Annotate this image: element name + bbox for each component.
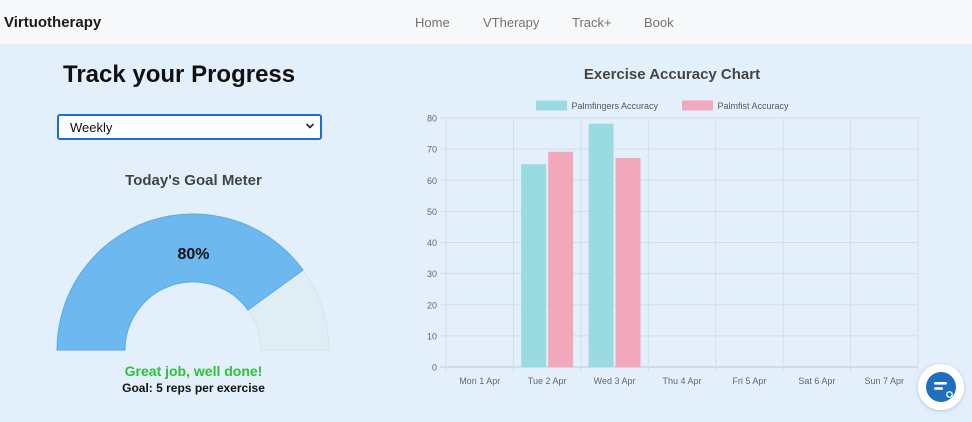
x-tick-label: Tue 2 Apr [528,376,567,386]
y-tick-label: 80 [427,114,437,124]
y-tick-label: 0 [432,363,437,373]
x-tick-label: Fri 5 Apr [732,376,766,386]
legend-label: Palmfist Accuracy [718,101,790,111]
legend-swatch [536,100,567,111]
x-tick-label: Sat 6 Apr [798,376,835,386]
bar-palmfingers-accuracy [521,164,547,368]
x-tick-label: Mon 1 Apr [459,376,500,386]
x-tick-label: Sun 7 Apr [865,376,905,386]
chat-icon [926,372,956,402]
bar-palmfingers-accuracy [588,123,614,368]
accuracy-chart: 0 10 20 30 40 50 60 70 80 Mon 1 Apr Tue 2 Apr Wed 3… [427,100,919,386]
y-tick-label: 30 [427,269,437,279]
y-tick-label: 60 [427,176,437,186]
y-tick-label: 20 [427,300,437,310]
y-tick-label: 50 [427,207,437,217]
bar-palmfist-accuracy [615,157,641,368]
bar-palmfist-accuracy [548,151,574,368]
legend-label: Palmfingers Accuracy [572,101,659,111]
x-tick-label: Thu 4 Apr [662,376,701,386]
legend-swatch [682,100,713,111]
chat-button[interactable] [918,364,964,410]
y-tick-label: 70 [427,145,437,155]
y-tick-label: 10 [427,331,437,341]
x-tick-label: Wed 3 Apr [594,376,636,386]
y-tick-label: 40 [427,238,437,248]
